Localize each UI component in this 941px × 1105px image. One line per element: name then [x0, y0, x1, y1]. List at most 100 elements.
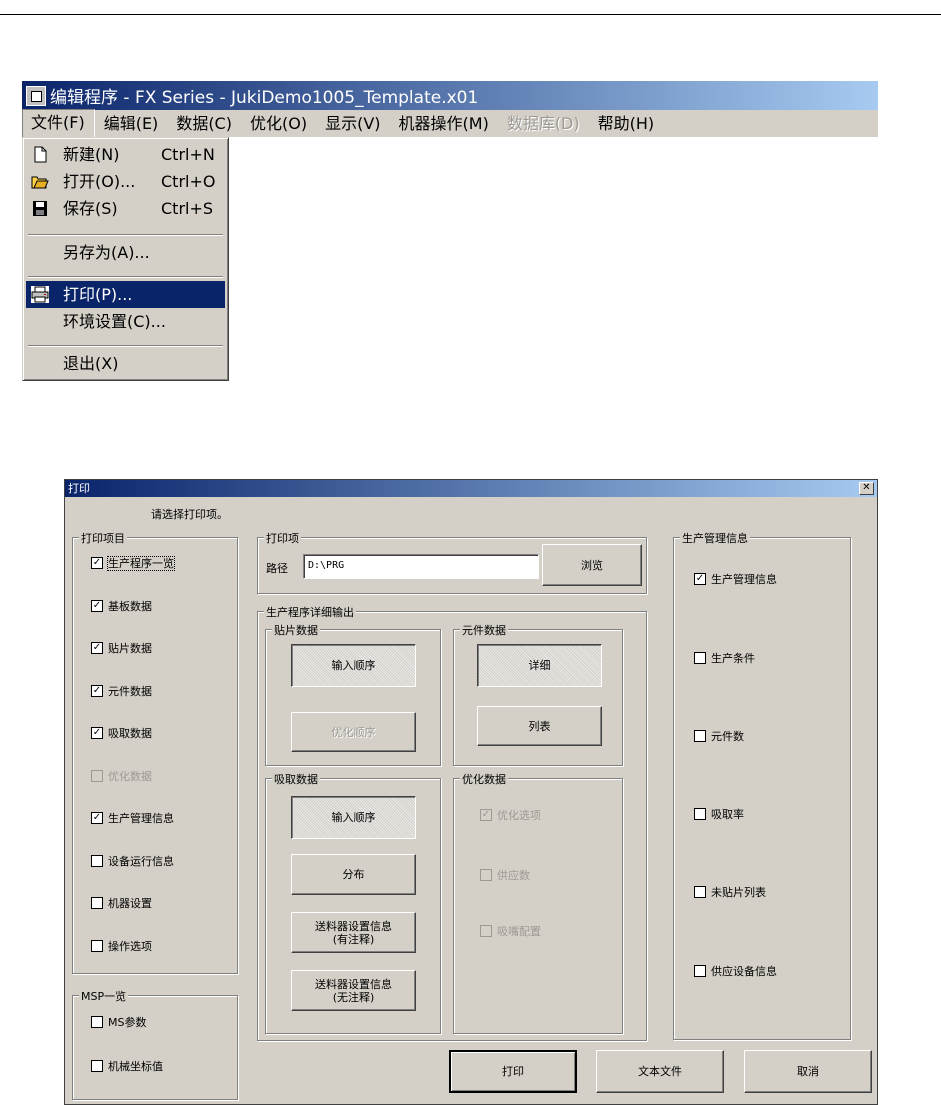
print-items-group-label: 打印项目 [79, 530, 127, 546]
menu-item-open-shortcut: Ctrl+O [161, 172, 216, 191]
checkbox-label: 供应设备信息 [711, 965, 777, 978]
menu-help[interactable]: 帮助(H) [589, 110, 664, 137]
checkbox-label: MS参数 [108, 1016, 147, 1029]
checkbox-box [694, 808, 706, 820]
checkbox-label: 优化选项 [497, 809, 541, 822]
menu-optimize[interactable]: 优化(O) [241, 110, 316, 137]
checkbox-label: 机器设置 [108, 897, 152, 910]
checkbox-optimization-data: 优化数据 [91, 770, 152, 784]
menu-item-exit-label: 退出(X) [63, 354, 119, 373]
checkbox-pm-component-count[interactable]: 元件数 [694, 730, 744, 744]
checkbox-pm-production-conditions[interactable]: 生产条件 [694, 652, 755, 666]
checkbox-label: 设备运行信息 [108, 855, 174, 868]
menu-bar: 文件(F) 编辑(E) 数据(C) 优化(O) 显示(V) 机器操作(M) 数据… [22, 109, 878, 138]
menu-item-exit[interactable]: 退出(X) [26, 350, 225, 377]
pickup-distribution-button[interactable]: 分布 [291, 854, 416, 895]
cancel-button[interactable]: 取消 [744, 1050, 872, 1093]
checkbox-pm-supply-equipment-info[interactable]: 供应设备信息 [694, 965, 777, 979]
pickup-input-order-button[interactable]: 输入顺序 [291, 796, 416, 839]
checkbox-box [91, 770, 103, 782]
menu-item-environment-label: 环境设置(C)... [63, 312, 166, 331]
floppy-disk-icon [33, 201, 47, 216]
menu-item-new[interactable]: 新建(N) Ctrl+N [26, 141, 225, 168]
component-data-group: 元件数据 详细 列表 [453, 622, 623, 766]
detail-output-group-label: 生产程序详细输出 [264, 604, 356, 620]
checkbox-box: ✓ [694, 573, 706, 585]
feeder-settings-without-notes-button[interactable]: 送料器设置信息 (无注释) [291, 970, 416, 1011]
component-list-button[interactable]: 列表 [477, 706, 602, 746]
browse-button[interactable]: 浏览 [542, 544, 642, 586]
component-data-group-label: 元件数据 [460, 622, 508, 638]
checkbox-box [694, 886, 706, 898]
checkbox-placement-data[interactable]: ✓ 贴片数据 [91, 642, 152, 656]
menu-item-save-as-label: 另存为(A)... [63, 243, 150, 262]
pickup-data-group: 吸取数据 输入顺序 分布 送料器设置信息 (有注释) 送料器设置信息 (无注释) [265, 771, 441, 1034]
placement-input-order-button[interactable]: 输入顺序 [291, 644, 416, 687]
checkbox-component-data[interactable]: ✓ 元件数据 [91, 685, 152, 699]
checkbox-label: 元件数据 [108, 685, 152, 698]
menu-item-save[interactable]: 保存(S) Ctrl+S [26, 195, 225, 222]
checkbox-production-program-list[interactable]: ✓ 生产程序一览 [91, 556, 175, 571]
checkbox-box [694, 730, 706, 742]
menu-file[interactable]: 文件(F) [22, 109, 95, 138]
checkbox-board-data[interactable]: ✓ 基板数据 [91, 600, 152, 614]
menu-separator [28, 276, 223, 278]
checkbox-pm-production-mgmt-info[interactable]: ✓ 生产管理信息 [694, 573, 777, 587]
file-menu-dropdown: 新建(N) Ctrl+N 打开(O)... Ctrl+O 保存(S) Ctrl+… [22, 137, 229, 381]
component-detail-button[interactable]: 详细 [477, 644, 602, 687]
checkbox-box: ✓ [91, 600, 103, 612]
checkbox-box [91, 855, 103, 867]
checkbox-label: 贴片数据 [108, 642, 152, 655]
checkbox-equipment-operation-info[interactable]: 设备运行信息 [91, 855, 174, 869]
placement-data-group: 贴片数据 输入顺序 优化顺序 [265, 622, 441, 766]
print-section-group: 打印项 路径 D:\PRG 浏览 [257, 530, 647, 594]
optimization-data-group-label: 优化数据 [460, 771, 508, 787]
menu-data[interactable]: 数据(C) [167, 110, 241, 137]
page-rule [0, 14, 941, 15]
checkbox-label: 生产管理信息 [711, 573, 777, 586]
checkbox-box: ✓ [91, 812, 103, 824]
menu-edit[interactable]: 编辑(E) [95, 110, 168, 137]
print-items-group: 打印项目 ✓ 生产程序一览 ✓ 基板数据 ✓ 贴片数据 ✓ 元件数据 ✓ 吸取数据 优化数… [72, 530, 238, 974]
msp-group-label: MSP一览 [79, 988, 129, 1004]
feeder-settings-with-notes-button[interactable]: 送料器设置信息 (有注释) [291, 912, 416, 953]
print-section-group-label: 打印项 [264, 530, 301, 546]
checkbox-pm-unplaced-list[interactable]: 未贴片列表 [694, 886, 766, 900]
menu-view[interactable]: 显示(V) [316, 110, 389, 137]
menu-database: 数据库(D) [506, 114, 580, 133]
checkbox-operation-options[interactable]: 操作选项 [91, 940, 152, 954]
checkbox-label: 机械坐标值 [108, 1060, 163, 1073]
checkbox-box [91, 940, 103, 952]
menu-item-environment[interactable]: 环境设置(C)... [26, 308, 225, 335]
checkbox-box: ✓ [91, 727, 103, 739]
checkbox-label: 未贴片列表 [711, 886, 766, 899]
checkbox-label: 生产条件 [711, 652, 755, 665]
checkbox-box [480, 869, 492, 881]
printer-icon [31, 286, 49, 303]
menu-item-open[interactable]: 打开(O)... Ctrl+O [26, 168, 225, 195]
checkbox-production-mgmt-info[interactable]: ✓ 生产管理信息 [91, 812, 174, 826]
checkbox-machine-settings[interactable]: 机器设置 [91, 897, 152, 911]
dialog-instruction: 请选择打印项。 [151, 508, 228, 521]
print-button[interactable]: 打印 [449, 1050, 577, 1093]
checkbox-pickup-data[interactable]: ✓ 吸取数据 [91, 727, 152, 741]
checkbox-ms-params[interactable]: MS参数 [91, 1016, 146, 1030]
checkbox-label: 操作选项 [108, 940, 152, 953]
menu-item-save-as[interactable]: 另存为(A)... [26, 239, 225, 266]
path-input[interactable]: D:\PRG [303, 554, 539, 579]
checkbox-label: 吸取率 [711, 808, 744, 821]
checkbox-box [91, 1060, 103, 1072]
checkbox-machine-coordinates[interactable]: 机械坐标值 [91, 1060, 163, 1074]
menu-item-new-label: 新建(N) [63, 145, 120, 164]
menu-item-print[interactable]: 打印(P)... [26, 281, 225, 308]
checkbox-box [480, 925, 492, 937]
checkbox-pm-pickup-rate[interactable]: 吸取率 [694, 808, 744, 822]
dialog-titlebar: 打印 ✕ [65, 480, 877, 497]
checkbox-nozzle-config: 吸嘴配置 [480, 925, 541, 939]
checkbox-box [91, 897, 103, 909]
text-file-button[interactable]: 文本文件 [596, 1050, 724, 1093]
menu-machine[interactable]: 机器操作(M) [390, 110, 498, 137]
checkbox-box: ✓ [91, 685, 103, 697]
dialog-title: 打印 [68, 482, 90, 495]
close-icon[interactable]: ✕ [859, 482, 874, 495]
